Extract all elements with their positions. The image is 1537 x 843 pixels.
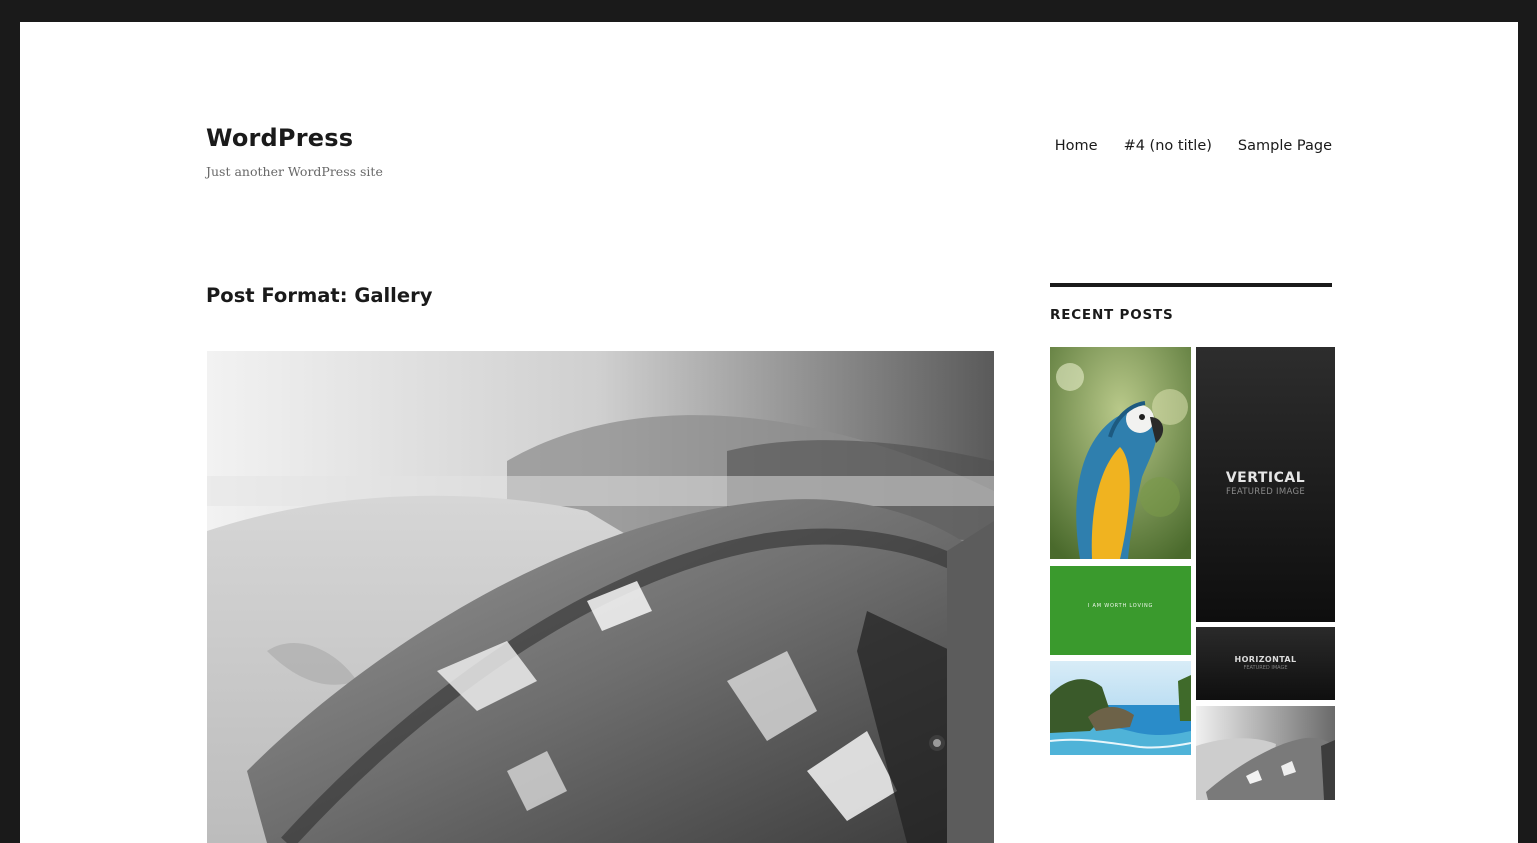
thumbnail-parrot[interactable] bbox=[1050, 347, 1191, 559]
parrot-graphic bbox=[1050, 347, 1191, 559]
featured-image-boat[interactable] bbox=[207, 351, 994, 843]
site-description: Just another WordPress site bbox=[206, 164, 383, 179]
nav-item-no-title[interactable]: #4 (no title) bbox=[1124, 137, 1212, 155]
coast-graphic bbox=[1050, 661, 1191, 755]
recent-posts-widget: RECENT POSTS bbox=[1050, 283, 1332, 323]
site-title-link[interactable]: WordPress bbox=[206, 124, 353, 153]
thumbnail-coast[interactable] bbox=[1050, 661, 1191, 755]
horizontal-title: HORIZONTAL bbox=[1234, 655, 1297, 664]
widget-title: RECENT POSTS bbox=[1050, 307, 1174, 323]
horizontal-subtitle: FEATURED IMAGE bbox=[1243, 665, 1288, 671]
page-title: Post Format: Gallery bbox=[206, 284, 433, 307]
thumbnail-boat[interactable] bbox=[1196, 706, 1335, 800]
vertical-title: VERTICAL bbox=[1225, 470, 1306, 486]
thumbnail-green[interactable]: I AM WORTH LOVING bbox=[1050, 566, 1191, 655]
primary-menu: Home #4 (no title) Sample Page bbox=[1055, 137, 1332, 155]
boat-photo-graphic bbox=[207, 351, 994, 843]
site-page: WordPress Just another WordPress site Ho… bbox=[20, 22, 1518, 843]
nav-item-home[interactable]: Home bbox=[1055, 137, 1098, 155]
thumbnail-vertical[interactable]: VERTICAL FEATURED IMAGE bbox=[1196, 347, 1335, 622]
vertical-subtitle: FEATURED IMAGE bbox=[1225, 487, 1305, 497]
green-thumb-text: I AM WORTH LOVING bbox=[1087, 603, 1154, 609]
nav-item-sample-page[interactable]: Sample Page bbox=[1238, 137, 1332, 155]
boat-thumb-graphic bbox=[1196, 706, 1335, 800]
thumbnail-horizontal[interactable]: HORIZONTAL FEATURED IMAGE bbox=[1196, 627, 1335, 700]
